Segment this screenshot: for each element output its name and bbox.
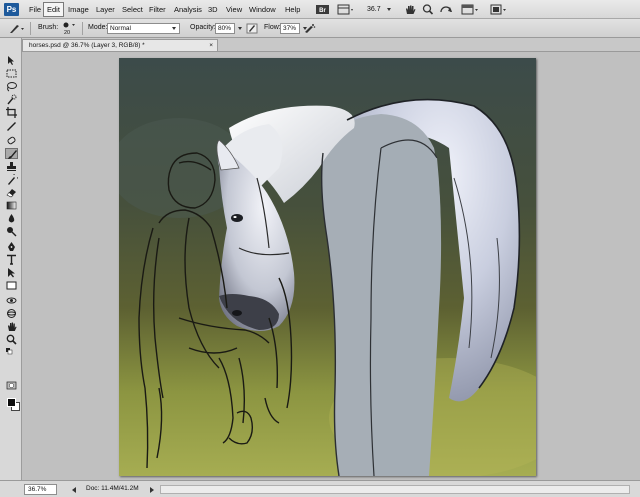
status-bar: 36.7% Doc: 11.4M/41.2M	[0, 480, 640, 497]
path-selection-tool-icon[interactable]	[5, 267, 18, 278]
brush-size-value: 20	[64, 30, 71, 36]
chevron-down-icon	[172, 27, 176, 30]
opacity-label: Opacity:	[190, 24, 216, 31]
eraser-tool-icon[interactable]	[5, 187, 18, 198]
launch-bridge-icon[interactable]: Br	[313, 3, 333, 16]
flow-value: 37%	[283, 25, 297, 32]
move-tool-icon[interactable]	[5, 55, 18, 66]
3d-orbit-tool-icon[interactable]	[5, 308, 18, 319]
dodge-tool-icon[interactable]	[5, 226, 18, 237]
horizontal-scrollbar[interactable]	[160, 485, 630, 494]
history-brush-tool-icon[interactable]	[5, 171, 21, 185]
default-colors-icon[interactable]	[5, 347, 18, 355]
view-extras-icon[interactable]	[335, 3, 355, 16]
menu-3d[interactable]: 3D	[205, 2, 221, 17]
divider	[30, 22, 31, 35]
close-icon[interactable]: ×	[209, 40, 213, 51]
menu-help[interactable]: Help	[282, 2, 303, 17]
flow-label: Flow:	[264, 24, 281, 31]
chevron-down-icon	[387, 8, 391, 11]
crop-tool-icon[interactable]	[5, 107, 18, 118]
flow-input[interactable]: 37%	[280, 23, 300, 34]
divider	[82, 22, 83, 35]
blend-mode-value: Normal	[110, 25, 131, 32]
pressure-opacity-icon[interactable]	[245, 22, 259, 35]
photoshop-logo: Ps	[4, 3, 19, 16]
tool-options-bar: Brush: 20 Mode: Normal Opacity: 80% Flow…	[0, 19, 640, 38]
zoom-level-select[interactable]: 36.7	[361, 4, 391, 15]
menu-bar: Ps File Edit Image Layer Select Filter A…	[0, 0, 640, 19]
menu-filter[interactable]: Filter	[146, 2, 169, 17]
rotate-view-icon[interactable]	[436, 3, 456, 16]
hand-tool-icon[interactable]	[5, 321, 18, 332]
arrange-documents-icon[interactable]	[460, 3, 480, 16]
screen-mode-icon[interactable]	[488, 3, 508, 16]
lasso-tool-icon[interactable]	[5, 81, 18, 92]
brush-tool-icon[interactable]	[5, 148, 18, 159]
spot-healing-brush-icon[interactable]	[5, 135, 18, 146]
opacity-input[interactable]: 80%	[215, 23, 235, 34]
eyedropper-tool-icon[interactable]	[5, 120, 18, 131]
zoom-status-field[interactable]: 36.7%	[24, 484, 57, 495]
brush-preset-icon[interactable]	[6, 22, 26, 35]
zoom-tool-icon[interactable]	[5, 334, 18, 345]
clone-stamp-tool-icon[interactable]	[5, 161, 18, 172]
3d-rotate-tool-icon[interactable]	[5, 295, 18, 306]
foreground-color-swatch[interactable]	[7, 398, 16, 407]
menu-image[interactable]: Image	[65, 2, 92, 17]
zoom-level-value: 36.7	[367, 6, 381, 13]
zoom-status-value: 36.7%	[28, 486, 47, 493]
menu-edit[interactable]: Edit	[43, 2, 64, 17]
menu-analysis[interactable]: Analysis	[171, 2, 205, 17]
blend-mode-select[interactable]: Normal	[107, 23, 180, 34]
quick-mask-icon[interactable]	[5, 380, 18, 391]
menu-view[interactable]: View	[223, 2, 245, 17]
menu-window[interactable]: Window	[246, 2, 279, 17]
arrow-left-icon[interactable]	[72, 487, 76, 493]
menu-file[interactable]: File	[26, 2, 44, 17]
mode-label: Mode:	[88, 24, 108, 31]
document-tab[interactable]: horses.psd @ 36.7% (Layer 3, RGB/8) * ×	[22, 39, 218, 51]
opacity-slider-icon[interactable]	[236, 22, 244, 35]
menu-select[interactable]: Select	[119, 2, 146, 17]
pen-tool-icon[interactable]	[5, 241, 18, 252]
canvas[interactable]	[119, 58, 536, 476]
document-size-info: Doc: 11.4M/41.2M	[86, 485, 139, 492]
menu-layer[interactable]: Layer	[93, 2, 118, 17]
quick-selection-tool-icon[interactable]	[5, 94, 18, 105]
opacity-value: 80%	[218, 25, 232, 32]
horse-painting	[119, 58, 536, 476]
svg-text:Br: Br	[319, 8, 326, 14]
rectangle-tool-icon[interactable]	[5, 280, 18, 291]
gradient-tool-icon[interactable]	[5, 200, 18, 211]
toolbox-panel	[0, 38, 22, 480]
blur-tool-icon[interactable]	[5, 213, 18, 224]
zoom-tool-icon[interactable]	[418, 3, 438, 16]
brush-label: Brush:	[38, 24, 59, 31]
marquee-tool-icon[interactable]	[5, 68, 18, 79]
type-tool-icon[interactable]	[5, 254, 18, 265]
hand-tool-icon[interactable]	[400, 3, 420, 16]
status-menu-arrow-icon[interactable]	[150, 487, 154, 493]
airbrush-icon[interactable]	[302, 22, 316, 35]
document-tab-title: horses.psd @ 36.7% (Layer 3, RGB/8) *	[29, 42, 145, 49]
